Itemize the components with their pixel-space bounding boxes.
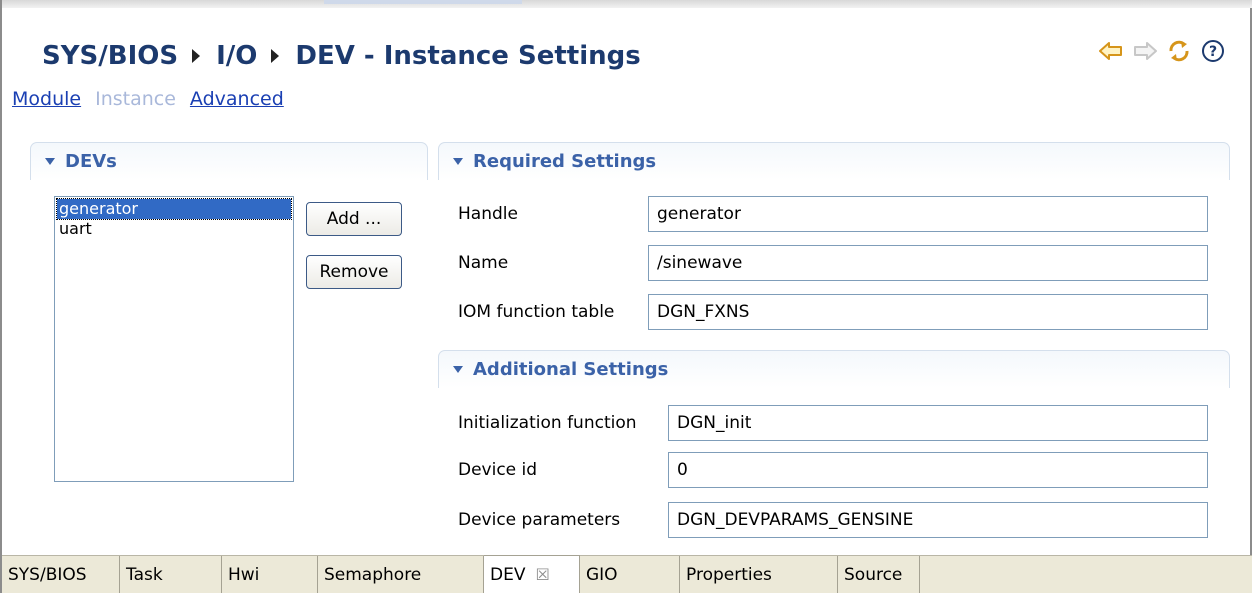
forward-arrow-icon[interactable] [1132,38,1158,64]
tab-dev[interactable]: DEV ☒ [484,555,580,593]
mode-links: Module Instance Advanced [12,88,284,110]
breadcrumb-separator-icon [271,49,280,63]
collapse-triangle-icon [453,366,463,373]
page-title: SYS/BIOS I/O DEV - Instance Settings [42,36,641,76]
tab-hwi[interactable]: Hwi [222,556,318,593]
iom-function-table-label: IOM function table [458,302,615,322]
additional-settings-header[interactable]: Additional Settings [438,350,1230,388]
instance-link[interactable]: Instance [95,88,176,110]
toolbar: ? [1098,38,1226,64]
list-item[interactable]: uart [57,219,291,239]
refresh-icon[interactable] [1166,38,1192,64]
tab-gio[interactable]: GIO [580,556,680,593]
initialization-function-field[interactable]: DGN_init [668,405,1208,441]
breadcrumb-sysbios: SYS/BIOS [42,41,179,71]
tab-label: Properties [686,564,772,585]
required-settings-header[interactable]: Required Settings [438,142,1230,180]
tab-semaphore[interactable]: Semaphore [318,556,484,593]
handle-label: Handle [458,204,518,224]
top-tab-hint [324,0,522,4]
initialization-function-label: Initialization function [458,413,637,433]
collapse-triangle-icon [45,158,55,165]
tab-label: GIO [586,564,618,585]
tab-label: Source [844,564,903,585]
list-item[interactable]: generator [56,198,292,220]
top-tab-strip [2,0,1252,8]
device-parameters-label: Device parameters [458,510,621,530]
device-parameters-field[interactable]: DGN_DEVPARAMS_GENSINE [668,502,1208,538]
additional-settings-title: Additional Settings [473,359,669,380]
tab-label: SYS/BIOS [8,564,87,585]
tab-label: Task [126,564,163,585]
devs-section-header[interactable]: DEVs [30,142,428,180]
handle-field[interactable]: generator [648,196,1208,232]
advanced-link[interactable]: Advanced [190,88,284,110]
remove-button[interactable]: Remove [306,255,402,289]
required-settings-title: Required Settings [473,151,657,172]
device-id-field[interactable]: 0 [668,452,1208,488]
tab-label: Hwi [228,564,260,585]
breadcrumb-io: I/O [216,41,258,71]
tab-properties[interactable]: Properties [680,556,838,593]
device-id-label: Device id [458,460,538,480]
tab-label: Semaphore [324,564,422,585]
devs-list[interactable]: generator uart [54,196,294,482]
module-link[interactable]: Module [12,88,81,110]
editor-frame: SYS/BIOS I/O DEV - Instance Settings ? M… [0,0,1252,593]
editor-tabs: SYS/BIOS Task Hwi Semaphore DEV ☒ GIO Pr… [2,555,1252,593]
tab-source[interactable]: Source [838,556,920,593]
tab-sysbios[interactable]: SYS/BIOS [2,556,120,593]
close-icon[interactable]: ☒ [535,565,549,584]
add-button[interactable]: Add ... [306,202,402,236]
help-icon[interactable]: ? [1200,38,1226,64]
back-arrow-icon[interactable] [1098,38,1124,64]
collapse-triangle-icon [453,158,463,165]
tab-task[interactable]: Task [120,556,222,593]
name-label: Name [458,253,509,273]
iom-function-table-field[interactable]: DGN_FXNS [648,294,1208,330]
breadcrumb-separator-icon [192,49,201,63]
name-field[interactable]: /sinewave [648,245,1208,281]
tab-label: DEV [490,564,526,585]
svg-text:?: ? [1209,44,1217,60]
breadcrumb-dev-instance-settings: DEV - Instance Settings [295,41,641,71]
devs-section-title: DEVs [65,151,117,172]
